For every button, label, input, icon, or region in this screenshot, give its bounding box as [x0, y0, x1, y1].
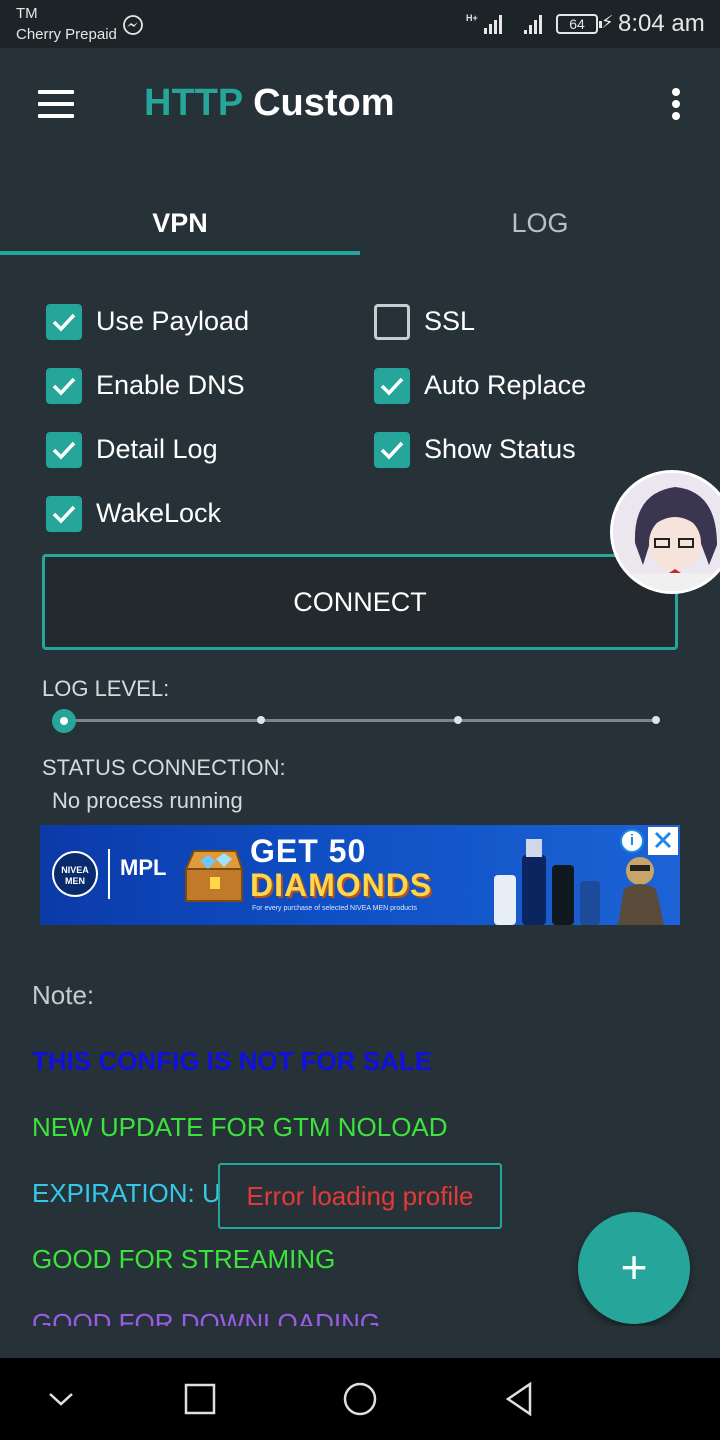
- ad-fine-print: For every purchase of selected NIVEA MEN…: [252, 905, 417, 912]
- log-level-slider[interactable]: [52, 706, 668, 736]
- checkbox-label: Enable DNS: [96, 370, 245, 400]
- app-title-accent: HTTP: [144, 82, 243, 124]
- add-profile-button[interactable]: +: [578, 1212, 690, 1324]
- ad-headline-2: DIAMONDS: [250, 867, 433, 903]
- signal-icon: [524, 15, 542, 34]
- checkbox-checked-icon: [46, 496, 82, 532]
- checkbox-detail-log[interactable]: Detail Log: [46, 430, 306, 470]
- app-screen: TM Cherry Prepaid H+ 64 ⚡ 8:04 am HTTP C: [0, 0, 720, 1440]
- svg-text:H+: H+: [466, 13, 478, 23]
- back-icon[interactable]: [499, 1378, 541, 1420]
- ad-divider: [108, 849, 110, 899]
- checkbox-label: Detail Log: [96, 434, 218, 464]
- checkbox-checked-icon: [46, 304, 82, 340]
- slider-tick: [652, 716, 660, 724]
- status-connection-label: STATUS CONNECTION:: [42, 755, 286, 780]
- checkbox-label: WakeLock: [96, 498, 222, 528]
- note-line: EXPIRATION: U: [32, 1178, 221, 1208]
- checkbox-use-payload[interactable]: Use Payload: [46, 302, 306, 342]
- ad-game-logo: MPL: [120, 855, 167, 880]
- recent-apps-icon[interactable]: [179, 1378, 221, 1420]
- ad-brand-logo: NIVEA MEN: [52, 851, 98, 897]
- status-time: 8:04 am: [618, 10, 705, 37]
- status-connection-value: No process running: [52, 788, 243, 813]
- more-options-icon[interactable]: [664, 84, 688, 124]
- checkbox-label: Show Status: [424, 434, 576, 464]
- charging-icon: ⚡: [601, 12, 614, 32]
- ad-close-icon[interactable]: [648, 827, 678, 855]
- game-character-icon: [618, 857, 664, 925]
- note-line: GOOD FOR STREAMING: [32, 1244, 336, 1274]
- slider-tick: [257, 716, 265, 724]
- checkbox-ssl[interactable]: SSL: [374, 302, 574, 342]
- hide-nav-chevron-icon[interactable]: [40, 1378, 82, 1420]
- status-carrier: Cherry Prepaid: [16, 26, 117, 43]
- content-bottom-spacer: [0, 1326, 720, 1358]
- note-line: NEW UPDATE FOR GTM NOLOAD: [32, 1112, 448, 1142]
- app-title-rest: Custom: [242, 82, 395, 124]
- note-line: GOOD FOR DOWNLOADING: [32, 1308, 381, 1326]
- checkbox-checked-icon: [46, 368, 82, 404]
- ad-info-icon[interactable]: i: [620, 829, 644, 853]
- ad-headline: GET 50: [250, 833, 367, 869]
- status-tm: TM: [16, 5, 38, 22]
- product-bottles-icon: [494, 839, 600, 925]
- checkbox-checked-icon: [374, 432, 410, 468]
- signal-hplus-icon: H+: [466, 13, 502, 34]
- treasure-chest-icon: [184, 850, 244, 902]
- checkbox-checked-icon: [46, 432, 82, 468]
- app-title: HTTP Custom: [144, 82, 395, 125]
- tab-log[interactable]: LOG: [360, 208, 720, 260]
- checkbox-label: Use Payload: [96, 306, 250, 336]
- ad-banner[interactable]: NIVEA MEN MPL GET 50 DIAMONDS For every …: [40, 825, 680, 925]
- checkbox-unchecked-icon: [374, 304, 410, 340]
- checkbox-wakelock[interactable]: WakeLock: [46, 494, 306, 534]
- plus-icon: +: [620, 1241, 648, 1293]
- checkbox-label: SSL: [424, 306, 476, 336]
- error-toast: Error loading profile: [218, 1163, 502, 1229]
- checkbox-auto-replace[interactable]: Auto Replace: [374, 366, 634, 406]
- connect-button[interactable]: CONNECT: [42, 554, 678, 650]
- home-icon[interactable]: [339, 1378, 381, 1420]
- hamburger-menu-icon[interactable]: [36, 88, 76, 120]
- checkbox-checked-icon: [374, 368, 410, 404]
- note-line: THIS CONFIG IS NOT FOR SALE: [32, 1046, 433, 1076]
- slider-track: [64, 719, 656, 722]
- messenger-icon: [123, 15, 143, 35]
- slider-thumb[interactable]: [52, 709, 76, 733]
- checkbox-label: Auto Replace: [424, 370, 587, 400]
- status-bar: TM Cherry Prepaid H+ 64 ⚡ 8:04 am: [0, 0, 720, 48]
- app-bar: HTTP Custom VPN LOG: [0, 48, 720, 260]
- active-tab-indicator: [0, 251, 360, 255]
- note-title: Note:: [32, 980, 95, 1010]
- checkbox-enable-dns[interactable]: Enable DNS: [46, 366, 306, 406]
- battery-icon: 64: [556, 14, 602, 34]
- system-nav-bar: [0, 1358, 720, 1440]
- checkbox-show-status[interactable]: Show Status: [374, 430, 634, 470]
- slider-tick: [454, 716, 462, 724]
- anime-avatar-icon: [613, 473, 720, 591]
- log-level-label: LOG LEVEL:: [42, 676, 170, 701]
